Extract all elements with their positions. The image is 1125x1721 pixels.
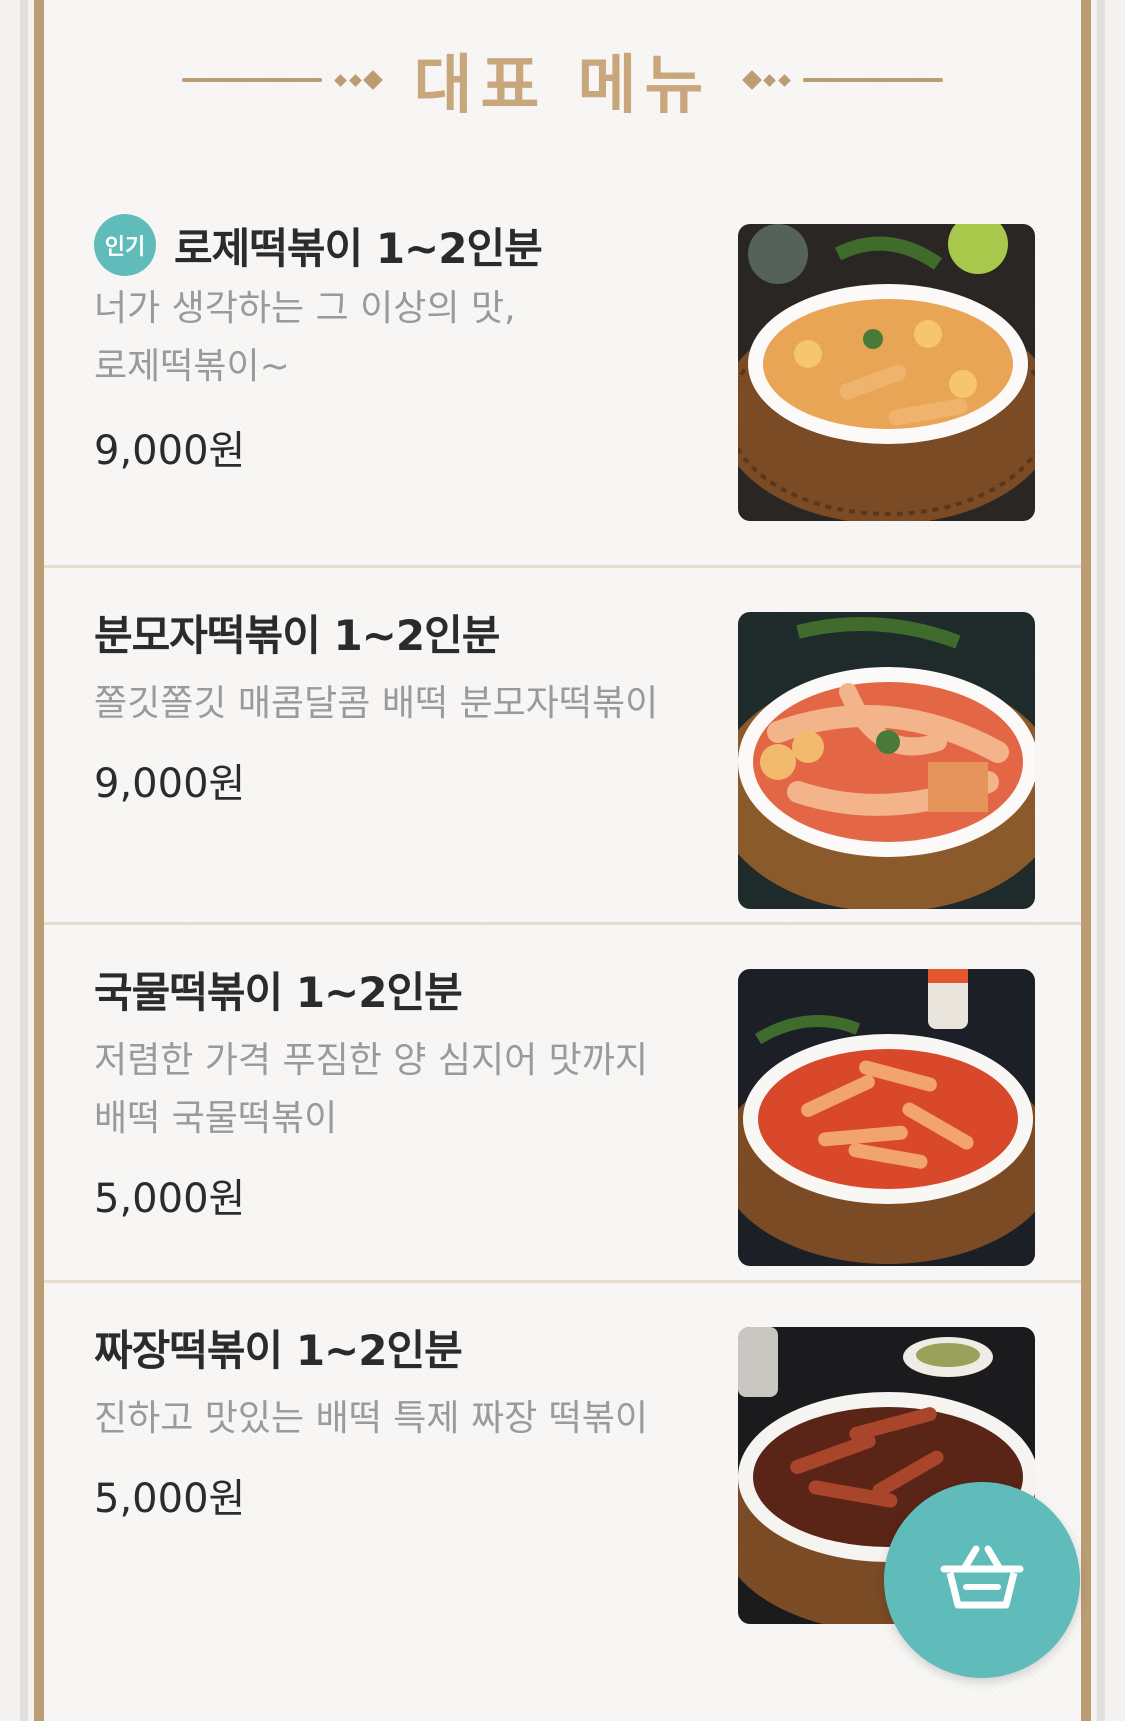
menu-item-description: 쫄깃쫄깃 매콤달콤 배떡 분모자떡볶이 [94,683,659,724]
menu-frame: 대표 메뉴 인기 로제떡볶이 1~2인분 너가 생각하는 그 이상의 맛, 로제… [34,0,1091,1721]
outer-rail-right [1097,0,1105,1721]
menu-item-description: 진하고 맛있는 배떡 특제 짜장 떡볶이 [94,1398,649,1439]
cart-button[interactable] [884,1482,1080,1678]
ornament-line-left [181,78,322,82]
menu-item-description: 너가 생각하는 그 이상의 맛, 로제떡볶이~ [94,288,516,387]
menu-item-price: 5,000원 [94,1476,246,1522]
menu-item-price: 9,000원 [94,761,246,807]
section-title: 대표 메뉴 [413,49,712,123]
menu-item-image [738,969,1035,1266]
menu-item-name: 국물떡볶이 1~2인분 [94,968,463,1017]
menu-list: 인기 로제떡볶이 1~2인분 너가 생각하는 그 이상의 맛, 로제떡볶이~ 9… [44,178,1081,1627]
menu-item-name: 짜장떡볶이 1~2인분 [94,1326,463,1375]
diamond-ornament-right [742,70,792,90]
menu-item-description: 저렴한 가격 푸짐한 양 심지어 맛까지 배떡 국물떡볶이 [94,1040,649,1139]
menu-item-price: 5,000원 [94,1176,246,1222]
menu-item-name: 로제떡볶이 1~2인분 [174,223,543,273]
menu-item-price: 9,000원 [94,428,246,474]
diamond-ornament-left [333,70,383,90]
menu-item-rose[interactable]: 인기 로제떡볶이 1~2인분 너가 생각하는 그 이상의 맛, 로제떡볶이~ 9… [44,178,1081,568]
menu-item-name: 분모자떡볶이 1~2인분 [94,611,500,660]
section-header: 대표 메뉴 [44,40,1081,123]
menu-item-image [738,612,1035,909]
menu-item-bunmoja[interactable]: 분모자떡볶이 1~2인분 쫄깃쫄깃 매콤달콤 배떡 분모자떡볶이 9,000원 [44,568,1081,925]
menu-item-soup[interactable]: 국물떡볶이 1~2인분 저렴한 가격 푸짐한 양 심지어 맛까지 배떡 국물떡볶… [44,925,1081,1283]
ornament-line-right [803,78,944,82]
basket-icon [940,1543,1024,1617]
popular-badge: 인기 [94,214,156,276]
menu-item-image [738,224,1035,521]
outer-rail-left [20,0,28,1721]
